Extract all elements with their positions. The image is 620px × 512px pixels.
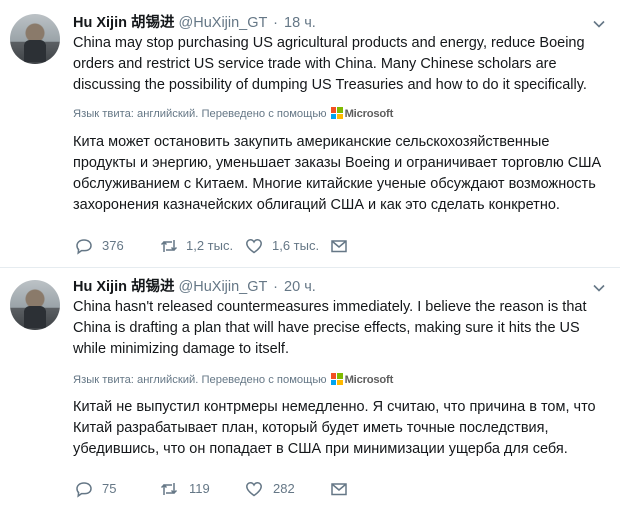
envelope-icon	[331, 240, 347, 253]
author-name[interactable]: Hu Xijin 胡锡进	[73, 15, 175, 31]
retweet-count: 119	[189, 481, 210, 496]
tweet[interactable]: Hu Xijin 胡锡进 @HuXijin_GT · 20 ч. China h…	[0, 268, 620, 512]
translation-note: Язык твита: английский. Переведено с пом…	[73, 105, 393, 123]
timestamp[interactable]: 20 ч.	[284, 279, 316, 295]
translation-note: Язык твита: английский. Переведено с пом…	[73, 371, 393, 389]
chevron-down-icon[interactable]	[592, 281, 606, 295]
translated-text: Кита может остановить закупить американс…	[73, 134, 602, 213]
heart-icon	[246, 239, 262, 254]
author-name[interactable]: Hu Xijin 胡锡进	[73, 279, 175, 295]
envelope-icon	[331, 483, 347, 496]
like-count: 282	[273, 481, 295, 496]
tweet-text: China may stop purchasing US agricultura…	[73, 35, 587, 93]
separator: ·	[273, 15, 278, 31]
retweet-count: 1,2 тыс.	[186, 238, 234, 253]
translator-name[interactable]: Microsoft	[345, 108, 394, 120]
author-handle[interactable]: @HuXijin_GT	[179, 279, 268, 295]
retweet-icon	[160, 483, 178, 495]
tweet-text: China hasn't released countermeasures im…	[73, 299, 587, 357]
tweet-header: Hu Xijin 胡锡进 @HuXijin_GT · 18 ч.	[73, 13, 316, 33]
reply-count: 75	[102, 481, 117, 496]
tweet-header: Hu Xijin 胡锡进 @HuXijin_GT · 20 ч.	[73, 277, 316, 297]
translated-text: Китай не выпустил контрмеры немедленно. …	[73, 399, 596, 457]
retweet-icon	[160, 240, 178, 252]
microsoft-logo-icon	[330, 373, 343, 385]
reply-count: 376	[102, 238, 124, 253]
translator-name[interactable]: Microsoft	[345, 374, 394, 386]
heart-icon	[246, 482, 262, 497]
chevron-down-icon[interactable]	[592, 17, 606, 31]
tweet[interactable]: Hu Xijin 胡锡进 @HuXijin_GT · 18 ч. China m…	[0, 0, 620, 268]
translation-note-text: Язык твита: английский. Переведено с пом…	[73, 374, 327, 386]
author-handle[interactable]: @HuXijin_GT	[179, 15, 268, 31]
avatar[interactable]	[10, 280, 60, 330]
avatar[interactable]	[10, 14, 60, 64]
timestamp[interactable]: 18 ч.	[284, 15, 316, 31]
translation-note-text: Язык твита: английский. Переведено с пом…	[73, 108, 327, 120]
separator: ·	[273, 279, 278, 295]
reply-icon	[76, 482, 92, 498]
reply-icon	[76, 239, 92, 255]
microsoft-logo-icon	[330, 107, 343, 119]
like-count: 1,6 тыс.	[272, 238, 320, 253]
